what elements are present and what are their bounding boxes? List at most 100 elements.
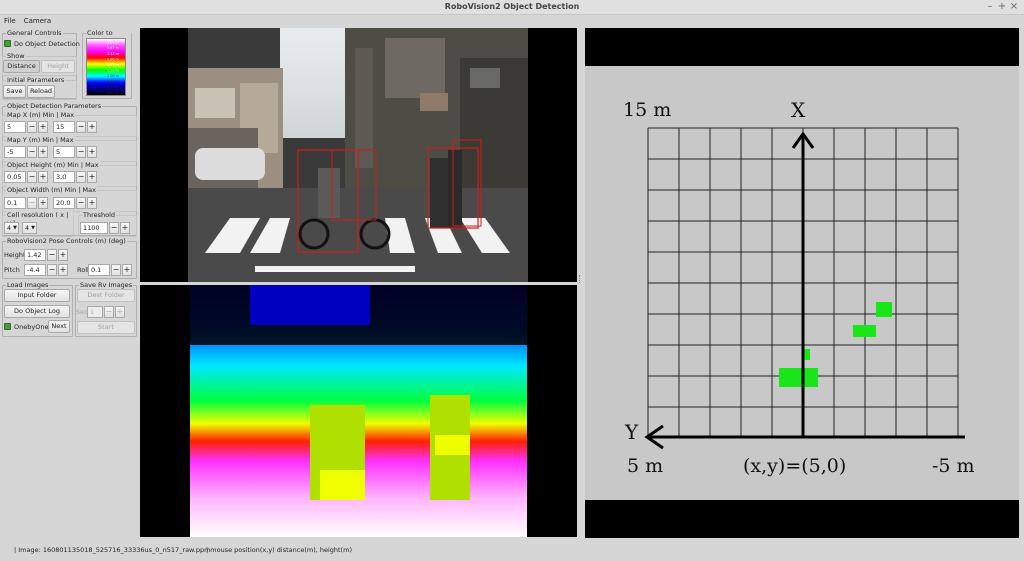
minus-icon[interactable]: − xyxy=(27,171,37,183)
threshold-spinner[interactable]: 1100− + xyxy=(80,222,130,234)
plus-icon[interactable]: + xyxy=(58,264,68,276)
object-height-max-value[interactable]: 3.0 xyxy=(53,171,75,183)
plus-icon[interactable]: + xyxy=(120,222,130,234)
occupied-cell xyxy=(853,325,876,337)
minus-icon[interactable]: − xyxy=(47,264,57,276)
plus-icon[interactable]: + xyxy=(87,197,97,209)
plus-icon[interactable]: + xyxy=(122,264,132,276)
legend-tick-label: 1.67 m xyxy=(107,63,120,67)
pose-height-spinner[interactable]: 1.42− + xyxy=(24,249,68,261)
minus-icon[interactable]: − xyxy=(27,146,37,158)
minus-icon[interactable]: − xyxy=(76,121,86,133)
depth-image-panel[interactable] xyxy=(140,285,577,537)
map-x-max-spinner[interactable]: 15− + xyxy=(53,121,97,133)
plus-icon[interactable]: + xyxy=(87,121,97,133)
load-images-title: Load Images xyxy=(6,281,50,289)
map-bottom-right-label: -5 m xyxy=(932,455,975,477)
minus-icon[interactable]: − xyxy=(104,306,114,318)
minus-icon[interactable]: − xyxy=(27,197,37,209)
status-mouse-position: | mouse position(x,y) distance(m), heigh… xyxy=(206,546,352,554)
plus-icon[interactable]: + xyxy=(38,171,48,183)
pose-height-value[interactable]: 1.42 xyxy=(24,249,46,261)
object-height-max-spinner[interactable]: 3.0− + xyxy=(53,171,97,183)
input-folder-button[interactable]: Input Folder xyxy=(4,289,70,302)
cell-x-select[interactable]: 4 ▼ xyxy=(4,222,19,234)
map-bottom-left-label: 5 m xyxy=(627,455,664,477)
object-height-min-value[interactable]: 0.05 xyxy=(4,171,26,183)
start-button[interactable]: Start xyxy=(77,321,135,334)
minus-icon[interactable]: − xyxy=(27,121,37,133)
plus-icon[interactable]: + xyxy=(58,249,68,261)
legend-tick-label: 3.00 m xyxy=(107,41,120,45)
minimize-icon[interactable]: – xyxy=(984,1,996,13)
distance-button[interactable]: Distance xyxy=(3,60,40,73)
object-width-max-value[interactable]: 20.0 xyxy=(53,197,75,209)
splitter-handle[interactable] xyxy=(579,275,582,283)
do-object-log-button[interactable]: Do Object Log xyxy=(4,305,70,318)
dest-folder-button[interactable]: Dest Folder xyxy=(77,289,135,302)
save-button[interactable]: Save xyxy=(3,85,26,98)
menu-file[interactable]: File xyxy=(0,16,20,26)
map-top-left-label: 15 m xyxy=(623,99,672,121)
occupancy-map-panel[interactable]: 15 m X Y 5 m (x,y)=(5,0) -5 m xyxy=(585,28,1019,538)
legend-tick-label: 1.00 m xyxy=(107,74,120,78)
status-bar: | Image: 160801135018_525716_33336us_0_n… xyxy=(0,541,1024,561)
pose-pitch-value[interactable]: -4.4 xyxy=(24,264,46,276)
one-by-one-checkbox[interactable] xyxy=(4,323,11,330)
map-y-min-spinner[interactable]: -5− + xyxy=(4,146,48,158)
height-button[interactable]: Height xyxy=(41,60,75,73)
menu-bar: File Camera xyxy=(0,16,140,27)
plus-icon[interactable]: + xyxy=(87,171,97,183)
initial-params-title: Initial Parameters xyxy=(6,76,66,84)
camera-image-panel[interactable] xyxy=(140,28,577,282)
pose-roll-spinner[interactable]: 0.1− + xyxy=(88,264,132,276)
reload-button[interactable]: Reload xyxy=(27,85,55,98)
minus-icon[interactable]: − xyxy=(76,197,86,209)
map-x-min-value[interactable]: 5 xyxy=(4,121,26,133)
cell-y-select[interactable]: 4 ▼ xyxy=(22,222,37,234)
minus-icon[interactable]: − xyxy=(47,249,57,261)
sec-spinner[interactable]: 1− + xyxy=(87,306,125,318)
plus-icon[interactable]: + xyxy=(38,146,48,158)
minus-icon[interactable]: − xyxy=(109,222,119,234)
close-icon[interactable]: × xyxy=(1008,1,1020,13)
map-y-max-value[interactable]: 5 xyxy=(53,146,75,158)
plus-icon[interactable]: + xyxy=(38,197,48,209)
object-width-min-spinner[interactable]: 0.1− + xyxy=(4,197,48,209)
map-axes-arrows xyxy=(644,131,965,450)
map-x-max-value[interactable]: 15 xyxy=(53,121,75,133)
object-width-min-value[interactable]: 0.1 xyxy=(4,197,26,209)
minus-icon[interactable]: − xyxy=(76,146,86,158)
map-x-min-spinner[interactable]: 5− + xyxy=(4,121,48,133)
minus-icon[interactable]: − xyxy=(111,264,121,276)
legend-tick-label: 1.33 m xyxy=(107,69,120,73)
legend-tick-label: 0.00 m xyxy=(107,91,120,95)
map-y-axis-label: Y xyxy=(625,420,639,444)
pose-roll-value[interactable]: 0.1 xyxy=(88,264,110,276)
plus-icon[interactable]: + xyxy=(87,146,97,158)
minus-icon[interactable]: − xyxy=(76,171,86,183)
object-width-max-spinner[interactable]: 20.0− + xyxy=(53,197,97,209)
chevron-down-icon: ▼ xyxy=(31,225,35,231)
object-height-label: Object Height (m) Min | Max xyxy=(6,161,100,169)
plus-icon[interactable]: + xyxy=(115,306,125,318)
cell-y-value: 4 xyxy=(25,224,30,232)
threshold-value[interactable]: 1100 xyxy=(80,222,108,234)
menu-camera[interactable]: Camera xyxy=(20,16,55,26)
map-x-label: Map X (m) Min | Max xyxy=(6,111,76,119)
map-y-min-value[interactable]: -5 xyxy=(4,146,26,158)
map-origin-label: (x,y)=(5,0) xyxy=(743,455,847,477)
next-button[interactable]: Next xyxy=(48,320,70,333)
height-color-legend: 0.00 m 0.33 m 0.67 m 1.00 m 1.33 m 1.67 m 2.00… xyxy=(86,38,126,96)
chevron-down-icon: ▼ xyxy=(13,225,17,231)
do-detection-label: Do Object Detection xyxy=(14,40,80,48)
object-width-label: Object Width (m) Min | Max xyxy=(6,186,97,194)
map-y-max-spinner[interactable]: 5− + xyxy=(53,146,97,158)
maximize-icon[interactable]: + xyxy=(996,1,1008,13)
object-height-min-spinner[interactable]: 0.05− + xyxy=(4,171,48,183)
do-detection-checkbox[interactable] xyxy=(4,40,11,47)
plus-icon[interactable]: + xyxy=(38,121,48,133)
pose-pitch-spinner[interactable]: -4.4− + xyxy=(24,264,68,276)
legend-tick-label: 0.67 m xyxy=(107,80,120,84)
sec-value[interactable]: 1 xyxy=(87,306,103,318)
